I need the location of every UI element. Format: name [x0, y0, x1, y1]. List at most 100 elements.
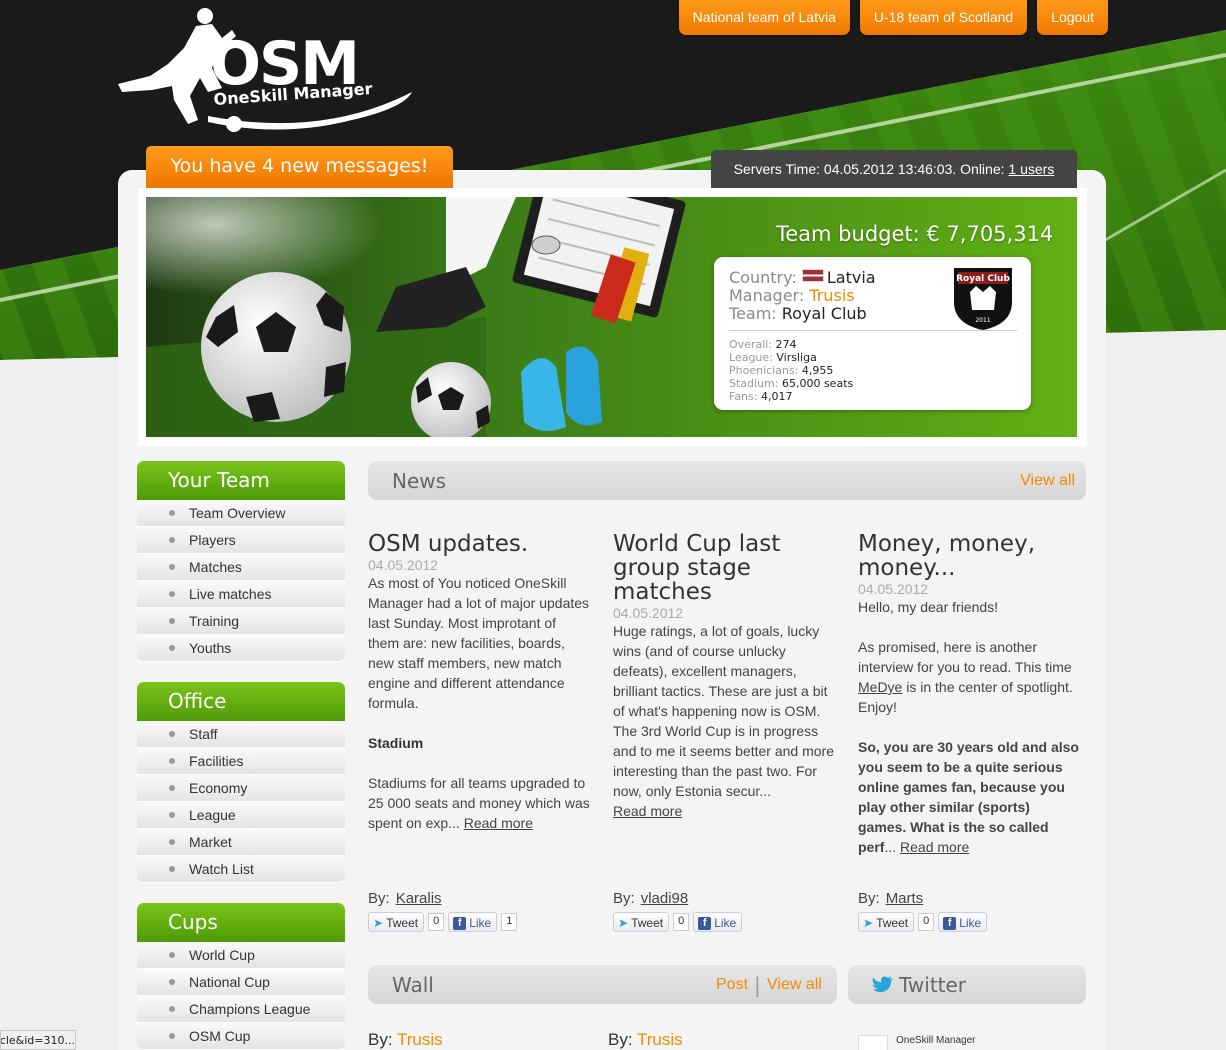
tweet-button[interactable]: ➤ Tweet — [858, 912, 915, 932]
article-body: Hello, my dear friends! As promised, here… — [858, 599, 1079, 855]
sidebar-cups: Cups World Cup National Cup Champions Le… — [137, 903, 345, 1050]
sidebar-item-players[interactable]: Players — [137, 527, 345, 554]
manager-link[interactable]: Trusis — [809, 286, 854, 305]
u18-team-button[interactable]: U-18 team of Scotland — [859, 0, 1028, 35]
author-link[interactable]: Marts — [886, 890, 924, 907]
latvia-flag-icon — [801, 269, 824, 282]
sidebar-item-national-cup[interactable]: National Cup — [137, 969, 345, 996]
facebook-icon: f — [698, 916, 712, 930]
online-users-link[interactable]: 1 users — [1008, 161, 1054, 177]
sidebar-office: Office Staff Facilities Economy League M… — [137, 682, 345, 883]
wall-view-all-link[interactable]: View all — [767, 976, 822, 994]
sidebar-item-team-overview[interactable]: Team Overview — [137, 500, 345, 527]
stat-phoenicians: Phoenicians: 4,955 — [729, 364, 834, 377]
wall-post-link[interactable]: Post — [716, 976, 748, 994]
news-article-3: Money, money, money... 04.05.2012 Hello,… — [858, 532, 1080, 857]
medye-link[interactable]: MeDye — [858, 679, 902, 695]
like-button[interactable]: f Like — [938, 912, 988, 932]
stat-league: League: Virsliga — [729, 351, 817, 364]
article-2-byline: By: vladi98 — [613, 890, 689, 907]
article-title[interactable]: Money, money, money... — [858, 532, 1080, 580]
twitter-avatar — [858, 1035, 888, 1050]
read-more-link[interactable]: Read more — [613, 803, 682, 819]
sidebar-item-world-cup[interactable]: World Cup — [137, 942, 345, 969]
sidebar-item-training[interactable]: Training — [137, 608, 345, 635]
author-link[interactable]: vladi98 — [641, 890, 689, 907]
sidebar-item-facilities[interactable]: Facilities — [137, 748, 345, 775]
sidebar-item-staff[interactable]: Staff — [137, 721, 345, 748]
team-value: Royal Club — [781, 304, 867, 323]
article-date: 04.05.2012 — [858, 581, 929, 597]
article-3-social: ➤ Tweet 0 f Like — [858, 912, 988, 932]
your-team-heading: Your Team — [137, 461, 345, 500]
sidebar-item-watch-list[interactable]: Watch List — [137, 856, 345, 883]
manager-row: Manager: Trusis — [729, 286, 855, 305]
sidebar-item-market[interactable]: Market — [137, 829, 345, 856]
club-crest-icon: Royal Club 2011 — [954, 268, 1012, 330]
twitter-header: Twitter — [848, 965, 1086, 1004]
sidebar-your-team: Your Team Team Overview Players Matches … — [137, 461, 345, 662]
office-heading: Office — [137, 682, 345, 721]
news-title: News — [392, 469, 447, 493]
facebook-icon: f — [943, 916, 957, 930]
top-nav: National team of Latvia U-18 team of Sco… — [678, 0, 1108, 35]
sidebar-item-matches[interactable]: Matches — [137, 554, 345, 581]
country-label: Country: — [729, 268, 797, 287]
sidebar-item-economy[interactable]: Economy — [137, 775, 345, 802]
stat-fans: Fans: 4,017 — [729, 390, 793, 403]
tweet-button[interactable]: ➤ Tweet — [613, 912, 670, 932]
article-2-social: ➤ Tweet 0 f Like — [613, 912, 743, 932]
team-row: Team: Royal Club — [729, 304, 867, 323]
news-article-2: World Cup last group stage matches 04.05… — [613, 532, 835, 821]
twitter-feed-author[interactable]: OneSkill Manager — [896, 1035, 975, 1050]
tweet-count: 0 — [428, 913, 445, 931]
article-date: 04.05.2012 — [613, 605, 684, 621]
article-subheading: Stadium — [368, 735, 424, 751]
twitter-title: Twitter — [899, 973, 967, 997]
wall-author-link[interactable]: Trusis — [637, 1030, 683, 1049]
stat-stadium: Stadium: 65,000 seats — [729, 377, 854, 390]
read-more-link[interactable]: Read more — [900, 839, 969, 855]
wall-entry-2: By: Trusis — [608, 1030, 683, 1049]
logout-button[interactable]: Logout — [1037, 0, 1108, 35]
team-budget: Team budget: € 7,705,314 — [776, 222, 1054, 246]
article-3-byline: By: Marts — [858, 890, 924, 907]
article-title[interactable]: World Cup last group stage matches — [613, 532, 835, 604]
author-link[interactable]: Karalis — [396, 890, 442, 907]
article-1-byline: By: Karalis — [368, 890, 442, 907]
like-count: 1 — [501, 913, 518, 931]
wall-separator: | — [754, 973, 761, 997]
article-body: Huge ratings, a lot of goals, lucky wins… — [613, 623, 834, 819]
country-value: Latvia — [826, 268, 876, 287]
national-team-button[interactable]: National team of Latvia — [678, 0, 850, 35]
sidebar-item-osm-cup[interactable]: OSM Cup — [137, 1023, 345, 1050]
twitter-bird-icon — [872, 976, 893, 993]
osm-logo[interactable]: OSM OneSkill Manager — [112, 8, 422, 138]
new-messages-tab[interactable]: You have 4 new messages! — [146, 146, 453, 188]
like-button[interactable]: f Like — [448, 912, 498, 932]
browser-status-url: ...article&id=310 — [0, 1030, 76, 1050]
sidebar-item-league[interactable]: League — [137, 802, 345, 829]
crest-year-text: 2011 — [975, 317, 990, 324]
stat-overall: Overall: 274 — [729, 338, 797, 351]
news-article-1: OSM updates. 04.05.2012 As most of You n… — [368, 532, 590, 833]
tweet-count: 0 — [673, 913, 690, 931]
wall-author-link[interactable]: Trusis — [397, 1030, 443, 1049]
read-more-link[interactable]: Read more — [464, 815, 533, 831]
wall-header: Wall Post | View all — [368, 965, 837, 1004]
wall-entry-1: By: Trusis — [368, 1030, 443, 1049]
news-view-all-link[interactable]: View all — [1020, 472, 1075, 490]
sidebar-item-youths[interactable]: Youths — [137, 635, 345, 662]
wall-title: Wall — [392, 973, 434, 997]
twitter-bird-icon: ➤ — [863, 916, 874, 930]
facebook-icon: f — [453, 916, 467, 930]
tweet-button[interactable]: ➤ Tweet — [368, 912, 425, 932]
team-info-box: Country: Latvia Manager: Trusis Team: Ro… — [714, 257, 1031, 410]
sidebar-item-champions-league[interactable]: Champions League — [137, 996, 345, 1023]
like-button[interactable]: f Like — [693, 912, 743, 932]
sidebar-item-live-matches[interactable]: Live matches — [137, 581, 345, 608]
team-label: Team: — [729, 304, 777, 323]
country-row: Country: Latvia — [729, 268, 876, 287]
crest-name-text: Royal Club — [956, 274, 1010, 284]
article-title[interactable]: OSM updates. — [368, 532, 590, 556]
